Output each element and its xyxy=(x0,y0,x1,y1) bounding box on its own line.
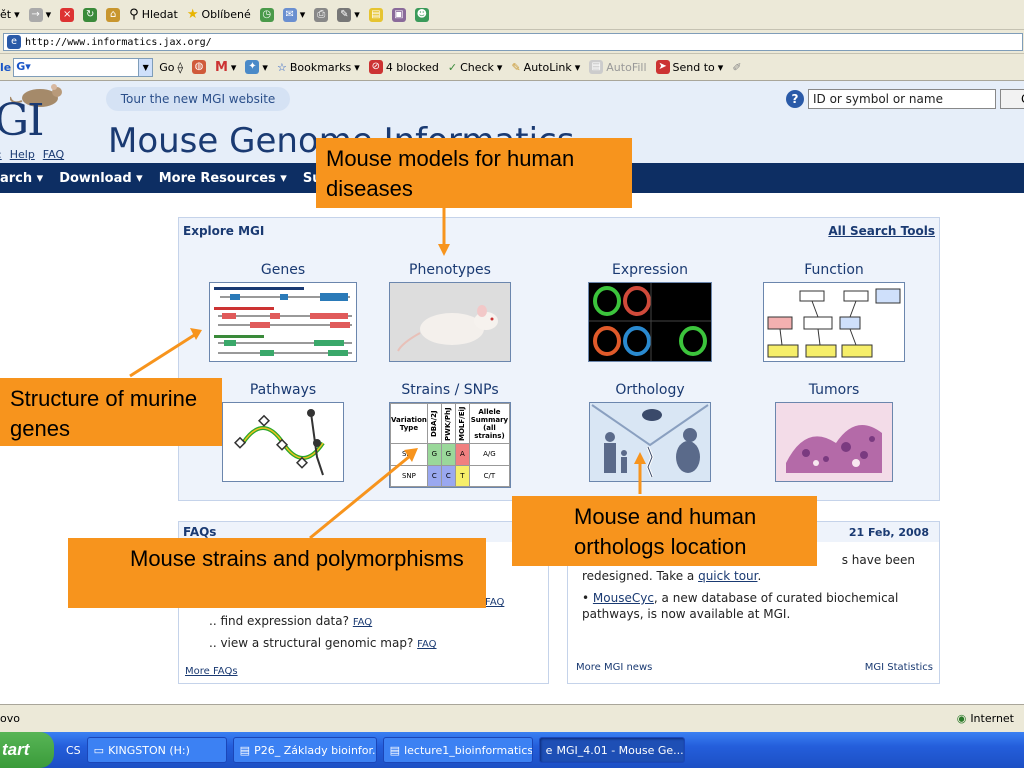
callout-genes: Structure of murine genes xyxy=(0,378,222,446)
task-p26[interactable]: ▤ P26_ Základy bioinfor... xyxy=(232,737,377,763)
callout-orthologs: Mouse and human orthologs location xyxy=(512,496,817,566)
start-button[interactable]: tart xyxy=(0,732,54,768)
status-text: ovo xyxy=(0,712,20,725)
callout-strains: Mouse strains and polymorphisms xyxy=(68,538,486,608)
callout-diseases: Mouse models for human diseases xyxy=(316,138,632,208)
doc-icon: ▤ xyxy=(389,743,401,757)
task-mgi[interactable]: e MGI_4.01 - Mouse Ge... xyxy=(538,737,685,763)
security-zone: ◉ Internet xyxy=(956,712,1014,725)
globe-icon: ◉ xyxy=(956,712,967,725)
task-lecture1[interactable]: ▤ lecture1_bioinformatics xyxy=(382,737,533,763)
taskbar: tart CS ▭ KINGSTON (H:) ▤ P26_ Základy bio… xyxy=(0,732,1024,768)
language-indicator[interactable]: CS xyxy=(66,744,81,757)
arrow-strains xyxy=(309,454,411,540)
doc-icon: ▤ xyxy=(239,743,251,757)
arrow-genes xyxy=(129,332,197,378)
ie-icon: e xyxy=(545,743,553,757)
task-kingston[interactable]: ▭ KINGSTON (H:) xyxy=(86,737,227,763)
drive-icon: ▭ xyxy=(93,743,105,757)
status-bar: ovo ◉ Internet xyxy=(0,704,1024,732)
